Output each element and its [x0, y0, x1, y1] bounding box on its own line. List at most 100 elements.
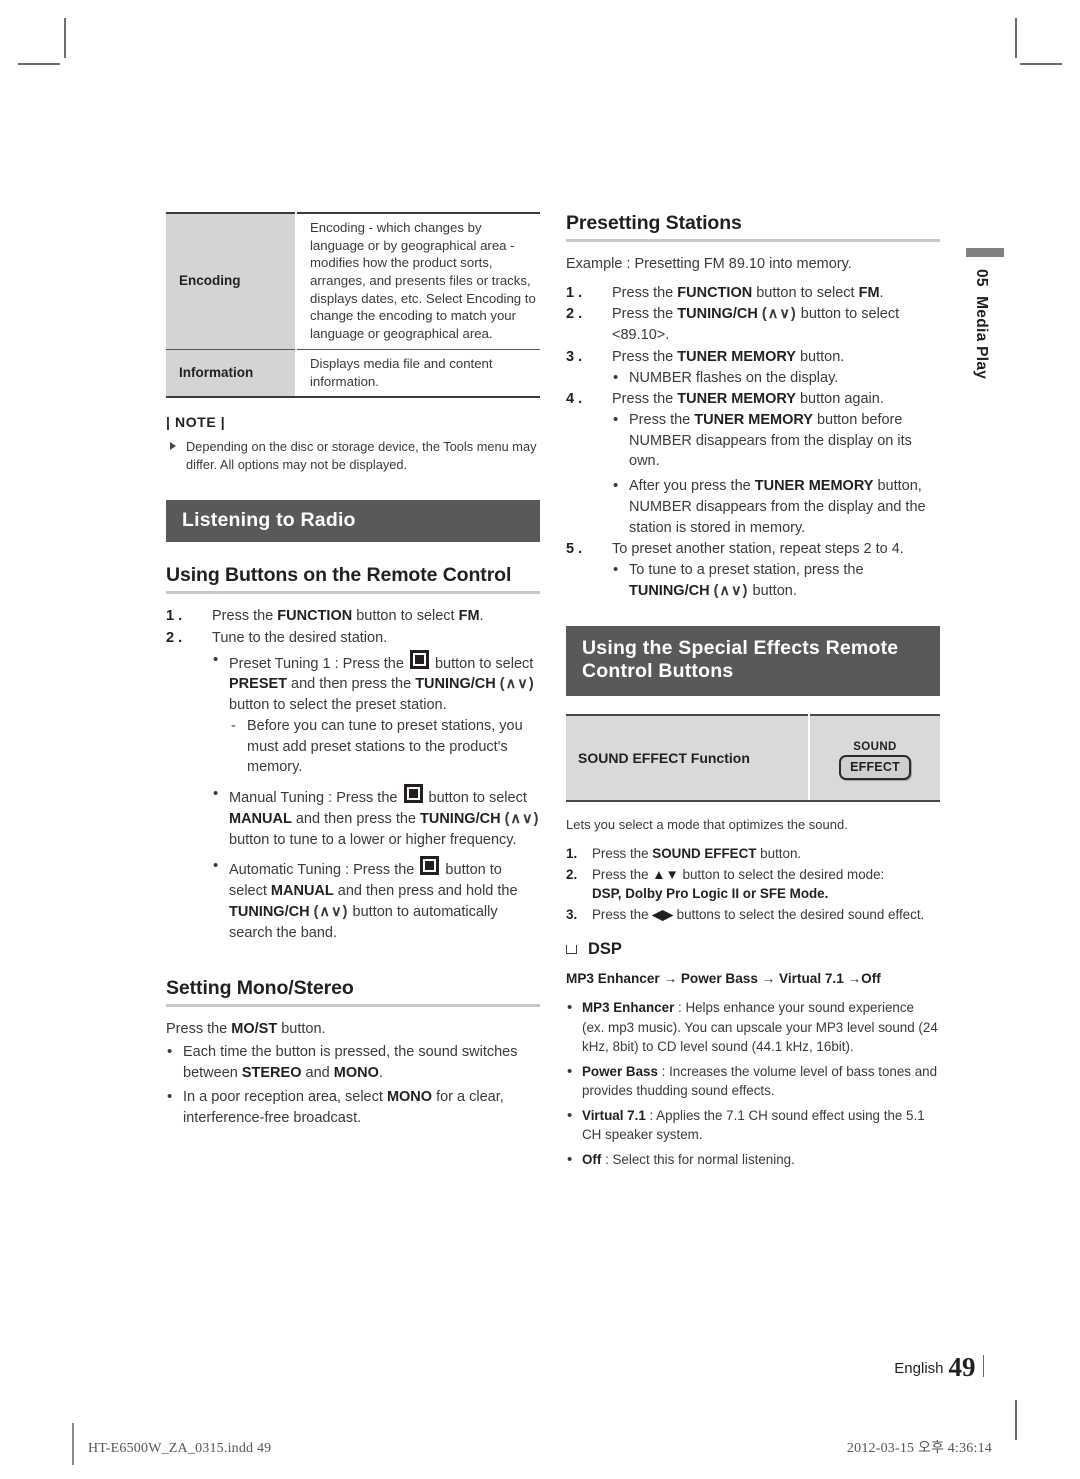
- step-bold-part: FM: [858, 284, 880, 301]
- step-text-part: Press the: [612, 284, 678, 301]
- step5-bullet-list: To tune to a preset station, press the T…: [612, 559, 940, 601]
- step-item: 3. Press the ◀▶ buttons to select the de…: [566, 905, 940, 924]
- bullet-bold-part: TUNER MEMORY: [754, 478, 874, 495]
- step-text-part: button.: [795, 348, 845, 365]
- side-tab-bar: [966, 248, 1004, 257]
- subheading-remote-control: Using Buttons on the Remote Control: [166, 564, 512, 587]
- step-number: 2 .: [566, 306, 583, 323]
- special-effects-intro: Lets you select a mode that optimizes th…: [566, 817, 848, 833]
- dsp-mode-flow: MP3 Enhancer → Power Bass → Virtual 7.1 …: [566, 971, 881, 987]
- list-item: Manual Tuning : Press the button to sele…: [212, 783, 540, 850]
- step4-bullet-list: Press the TUNER MEMORY button before NUM…: [612, 409, 940, 538]
- step-number: 2.: [566, 866, 578, 882]
- step-text-part: .: [479, 608, 484, 625]
- bullet-text-part: Preset Tuning 1 : Press the: [229, 655, 408, 672]
- page-footer-number: English 49: [894, 1352, 984, 1383]
- up-down-arrows-icon: (∧∨): [761, 306, 797, 323]
- step-item: 5 . To preset another station, repeat st…: [566, 539, 940, 601]
- step-text: Press the TUNER MEMORY button.: [612, 349, 844, 365]
- table-row: Encoding Encoding - which changes by lan…: [166, 211, 540, 350]
- bullet-text-part: button to select the preset station.: [229, 697, 447, 714]
- bullet-bold-part: TUNING/CH: [229, 903, 310, 920]
- step-item: 4 . Press the TUNER MEMORY button again.…: [566, 389, 940, 538]
- step3-bullet-list: NUMBER flashes on the display.: [612, 367, 940, 389]
- bullet-bold-part: PRESET: [229, 676, 288, 693]
- stop-button-icon: [403, 784, 423, 804]
- step-text-part: Press the: [592, 846, 653, 862]
- tuning-bullets: Preset Tuning 1 : Press the button to se…: [212, 649, 540, 944]
- sound-effect-button-cell: SOUND EFFECT: [809, 714, 940, 803]
- step-text: Press the TUNER MEMORY button again.: [612, 391, 884, 407]
- note-item-text: Depending on the disc or storage device,…: [186, 439, 537, 472]
- chapter-side-tab: 05 Media Play: [960, 248, 1004, 419]
- list-item: MP3 Enhancer : Helps enhance your sound …: [566, 997, 940, 1057]
- up-down-triangles-icon: ▲▼: [652, 866, 679, 882]
- dsp-term: Power Bass: [582, 1063, 658, 1079]
- sound-effect-remote-key: SOUND EFFECT: [839, 737, 911, 780]
- up-down-arrows-icon: (∧∨): [713, 582, 749, 599]
- step-text: Press the SOUND EFFECT button.: [592, 846, 801, 861]
- step-number: 1 .: [166, 608, 183, 625]
- step-text-part: button to select: [352, 608, 459, 625]
- text-part: Press the: [166, 1021, 232, 1038]
- presetting-steps-list: 1 . Press the FUNCTION button to select …: [566, 283, 940, 602]
- step-text: Press the TUNING/CH (∧∨) button to selec…: [612, 306, 899, 343]
- up-down-arrows-icon: (∧∨): [499, 676, 535, 693]
- side-tab-label: Media Play: [973, 296, 990, 380]
- bullet-text-part: In a poor reception area, select: [183, 1089, 387, 1106]
- step-number: 3 .: [566, 348, 583, 365]
- mono-stereo-bullet-list: Each time the button is pressed, the sou…: [166, 1041, 540, 1129]
- step-item: 3 . Press the TUNER MEMORY button. NUMBE…: [566, 347, 940, 388]
- right-column: Presetting Stations Example : Presetting…: [566, 212, 940, 1170]
- left-right-triangles-icon: ◀▶: [652, 906, 673, 922]
- stop-button-icon: [420, 856, 440, 876]
- triangle-bullet-icon: [170, 442, 176, 451]
- step-bold-part: TUNER MEMORY: [677, 391, 796, 408]
- note-heading: | NOTE |: [166, 414, 226, 431]
- section-banner-listening-to-radio: Listening to Radio: [166, 499, 540, 543]
- option-value: Encoding - which changes by language or …: [296, 211, 540, 350]
- list-item: Automatic Tuning : Press the button to s…: [212, 855, 540, 943]
- step-number: 4 .: [566, 391, 583, 408]
- sound-effect-function-label: SOUND EFFECT Function: [566, 714, 810, 803]
- step-text-part: Press the: [612, 348, 678, 365]
- note-item: Depending on the disc or storage device,…: [166, 438, 540, 473]
- remote-steps-list: 1 . Press the FUNCTION button to select …: [166, 606, 540, 648]
- option-key: Encoding: [166, 211, 297, 350]
- bullet-text-part: To tune to a preset station, press the: [629, 562, 864, 579]
- bullet-text-part: After you press the: [629, 478, 755, 495]
- list-item: After you press the TUNER MEMORY button,…: [612, 475, 940, 538]
- step-number: 3.: [566, 906, 578, 922]
- list-item: Each time the button is pressed, the sou…: [166, 1041, 540, 1083]
- step-item: 2 . Press the TUNING/CH (∧∨) button to s…: [566, 304, 940, 345]
- step-text-part: Press the: [592, 906, 653, 922]
- subheading-rule: [566, 239, 940, 242]
- footer-page-number: 49: [948, 1352, 976, 1382]
- step-number: 5 .: [566, 541, 583, 558]
- step-text-part: Press the: [612, 306, 678, 323]
- sound-effect-key-top-label: SOUND: [853, 740, 897, 753]
- step-text: Press the FUNCTION button to select FM.: [612, 285, 884, 301]
- bullet-bold-part: TUNING/CH: [629, 582, 710, 599]
- bullet-bold-part: MANUAL: [229, 810, 292, 827]
- step-text: Press the ▲▼ button to select the desire…: [592, 867, 884, 901]
- dsp-term: Virtual 7.1: [582, 1107, 646, 1123]
- bullet-text-part: button to select: [424, 790, 527, 807]
- bullet-text-part: and then press the: [287, 676, 416, 693]
- step-bold-part: FM: [458, 608, 480, 625]
- table-row: SOUND EFFECT Function SOUND EFFECT: [566, 714, 940, 803]
- bullet-bold-part: TUNING/CH: [415, 676, 496, 693]
- bullet-text-part: button.: [748, 582, 797, 599]
- step-item: 2 . Tune to the desired station.: [166, 628, 540, 649]
- subheading-rule: [166, 1004, 540, 1008]
- step-item: 1. Press the SOUND EFFECT button.: [566, 844, 940, 863]
- imprint-left-rule: [72, 1423, 74, 1465]
- dsp-heading-text: DSP: [588, 940, 622, 959]
- footer-divider: [982, 1355, 984, 1377]
- step-text-part: .: [879, 284, 884, 301]
- section-banner-special-effects: Using the Special Effects Remote Control…: [566, 625, 940, 697]
- step-bold-part: TUNING/CH: [677, 306, 758, 323]
- crop-mark-top-right-vertical: [1015, 18, 1017, 58]
- step-text-part: button to select: [752, 284, 859, 301]
- step-number: 2 .: [166, 630, 183, 647]
